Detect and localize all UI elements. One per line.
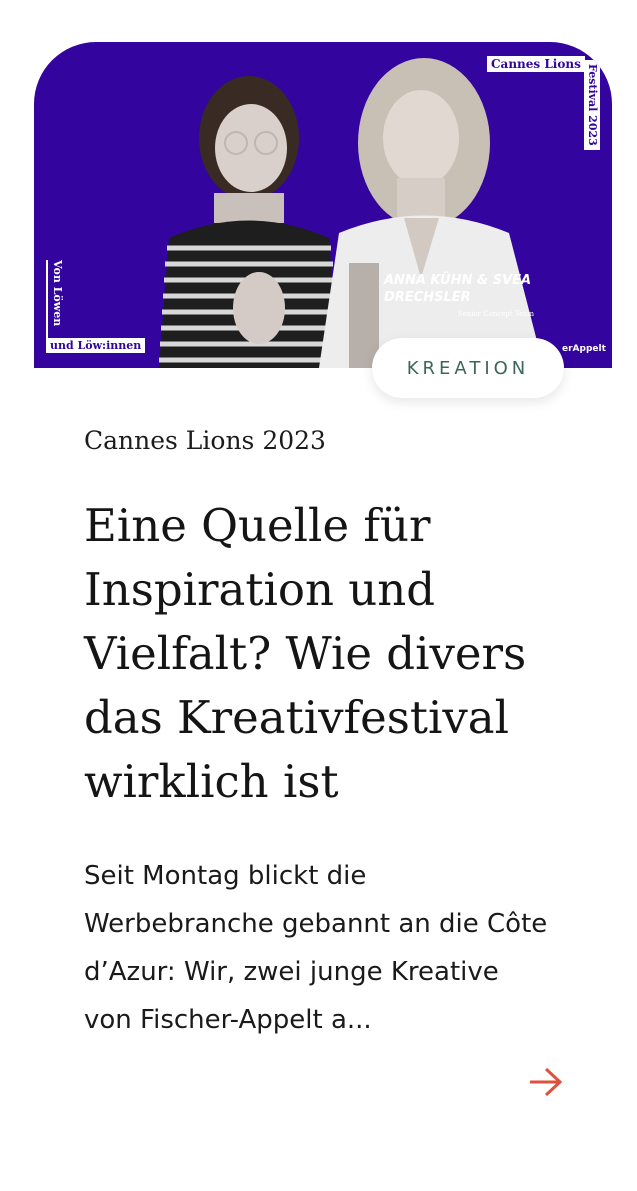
event-label-box: Cannes Lions <box>487 56 585 72</box>
author-names: ANNA KÜHN & SVEA DRECHSLER Senior Concep… <box>384 272 554 323</box>
article-card[interactable]: Cannes Lions Festival 2023 Von Löwen und… <box>0 0 637 1191</box>
category-tag[interactable]: KREATION <box>372 338 564 398</box>
event-year-vertical: Festival 2023 <box>584 60 600 150</box>
author-names-text: ANNA KÜHN & SVEA DRECHSLER <box>384 273 532 305</box>
author-role: Senior Concept Team <box>457 310 534 318</box>
article-headline[interactable]: Eine Quelle für Inspiration und Vielfalt… <box>84 494 564 814</box>
series-title-box: und Löw:innen <box>46 338 146 353</box>
article-teaser: Seit Montag blickt die Werbebranche geba… <box>84 861 548 1035</box>
arrow-right-icon[interactable] <box>528 1066 564 1098</box>
hero-image[interactable]: Cannes Lions Festival 2023 Von Löwen und… <box>34 42 612 368</box>
brand-logo-text: erAppelt <box>562 344 606 354</box>
series-title-vertical: Von Löwen <box>46 260 66 350</box>
article-kicker: Cannes Lions 2023 <box>84 426 326 455</box>
